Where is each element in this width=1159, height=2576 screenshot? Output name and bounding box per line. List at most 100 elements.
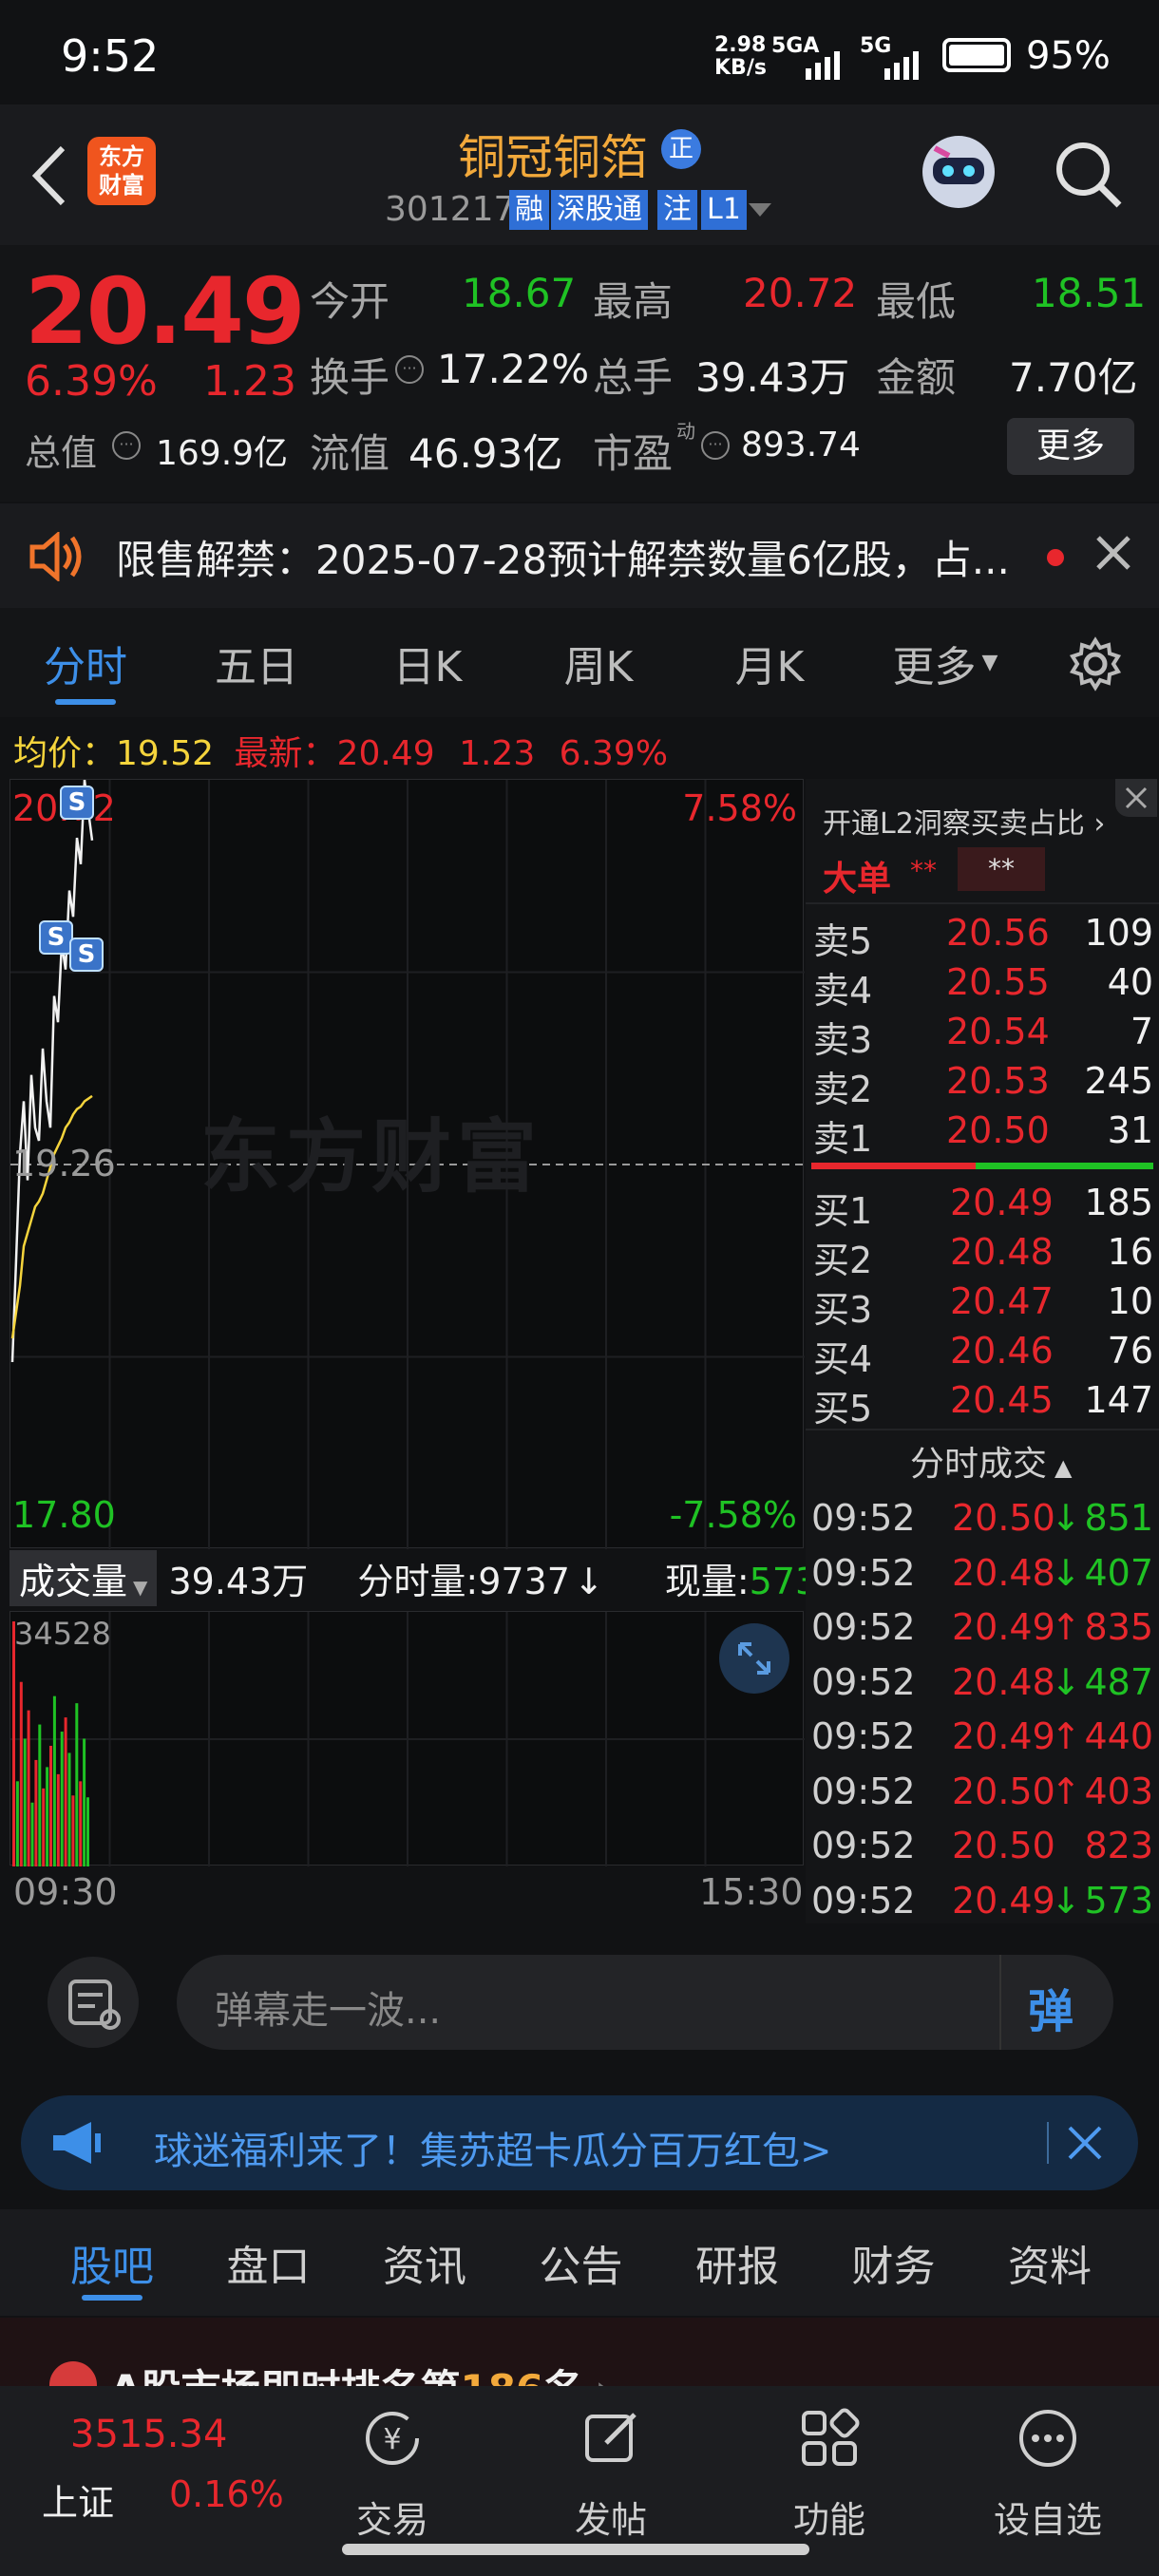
volume-bar: [71, 1795, 75, 1866]
bid-price: 20.45: [950, 1379, 1054, 1421]
ask-price: 20.54: [946, 1011, 1050, 1052]
robot-avatar-icon[interactable]: [916, 129, 1001, 215]
subtab-item[interactable]: 财务: [818, 2232, 970, 2293]
ask-volume: 40: [1107, 961, 1153, 1003]
low-label: 最低: [876, 278, 957, 325]
volume-bar: [30, 1802, 34, 1866]
ask-row[interactable]: 卖4 20.55 40: [806, 961, 1159, 1012]
tag-sgt: 深股通: [551, 190, 648, 230]
index-quote[interactable]: 3515.34 上证 0.16%: [0, 2386, 285, 2576]
speaker-icon: [27, 530, 86, 583]
vol-max: 34528: [14, 1616, 111, 1652]
tag-rong: 融: [509, 190, 549, 230]
ask-row[interactable]: 卖2 20.53 245: [806, 1060, 1159, 1110]
chart-low-price: 17.80: [12, 1494, 116, 1536]
gear-icon[interactable]: [1068, 636, 1123, 691]
tab-more[interactable]: 更多 ▼: [874, 608, 1016, 717]
bid-label: 买5: [813, 1388, 873, 1430]
info-icon[interactable]: ···: [112, 431, 141, 460]
bid-volume: 76: [1107, 1330, 1153, 1372]
bid-price: 20.47: [950, 1280, 1054, 1322]
subtab-item[interactable]: 资料: [974, 2232, 1126, 2293]
close-icon[interactable]: [1115, 779, 1157, 817]
tick-price: 20.49: [952, 1606, 1055, 1648]
subtab-item[interactable]: 公告: [505, 2232, 657, 2293]
price-line: [10, 780, 94, 1363]
verified-badge: 正: [661, 129, 701, 169]
l2-promo[interactable]: 开通L2洞察买卖占比 ›: [823, 800, 1105, 842]
promo-banner[interactable]: 球迷福利来了！集苏超卡瓜分百万红包>: [21, 2095, 1138, 2190]
ask-row[interactable]: 卖1 20.50 31: [806, 1109, 1159, 1160]
ask-volume: 109: [1084, 912, 1153, 954]
close-icon[interactable]: [1092, 532, 1134, 574]
tab-rik[interactable]: 日K: [342, 608, 513, 717]
amount-label: 金额: [876, 354, 957, 401]
volume-label: 总手: [593, 354, 674, 401]
price-chart[interactable]: 东方财富 20.72 7.58% 19.26 17.80 -7.58% S S …: [10, 779, 805, 1549]
sub-tabs: 股吧 盘口 资讯 公告 研报 财务 资料: [0, 2209, 1159, 2316]
expand-icon[interactable]: [719, 1623, 789, 1694]
subtab-item[interactable]: 股吧: [36, 2232, 188, 2293]
bid-row[interactable]: 买4 20.46 76: [806, 1330, 1159, 1380]
ask-label: 卖2: [813, 1069, 873, 1110]
subtab-item[interactable]: 研报: [661, 2232, 813, 2293]
chevron-down-icon[interactable]: [749, 203, 771, 217]
rank-text: A股市场即时排名第186名›: [110, 2358, 612, 2386]
ask-row[interactable]: 卖3 20.54 7: [806, 1011, 1159, 1061]
volume-bar: [75, 1703, 79, 1866]
ask-row[interactable]: 卖5 20.56 109: [806, 912, 1159, 962]
tick-volume: 407: [1084, 1551, 1153, 1594]
bid-label: 买2: [813, 1240, 873, 1281]
danmu-placeholder: 弹幕走一波...: [215, 1989, 442, 2033]
rank-strip[interactable]: A股市场即时排名第186名›: [0, 2318, 1159, 2386]
bid-row[interactable]: 买1 20.49 185: [806, 1182, 1159, 1232]
time-end: 15:30: [699, 1871, 804, 1913]
quote-panel: 20.49 6.39% 1.23 今开 18.67 最高 20.72 最低 18…: [0, 245, 1159, 502]
index-value: 3515.34: [70, 2413, 228, 2456]
unlock-banner[interactable]: 限售解禁：2025-07-28预计解禁数量6亿股，占...: [0, 503, 1159, 608]
danmu-settings-icon[interactable]: [48, 1957, 139, 2048]
subtab-item[interactable]: 资讯: [349, 2232, 501, 2293]
turnover-label: 换手: [310, 354, 390, 401]
bid-row[interactable]: 买2 20.48 16: [806, 1231, 1159, 1281]
amount-value: 7.70亿: [1009, 354, 1138, 401]
search-icon[interactable]: [1053, 139, 1125, 211]
tick-price: 20.50: [952, 1825, 1055, 1866]
volume-bar: [52, 1695, 56, 1866]
ticks-title[interactable]: 分时成交 ▲: [910, 1436, 1072, 1486]
info-icon[interactable]: ···: [701, 431, 730, 460]
volume-selector[interactable]: 成交量 ▼: [10, 1550, 158, 1606]
tick-row: 09:52 20.48 ↓ 487: [806, 1661, 1159, 1715]
close-icon[interactable]: [1064, 2122, 1106, 2164]
tab-zhouk[interactable]: 周K: [513, 608, 684, 717]
nav-post-label: 发帖: [574, 2499, 647, 2541]
more-button[interactable]: 更多: [1007, 418, 1134, 475]
tick-time: 09:52: [811, 1715, 916, 1757]
volume-bar: [56, 1773, 60, 1866]
tick-price: 20.50: [952, 1770, 1055, 1812]
tick-price: 20.48: [952, 1551, 1055, 1594]
volume-bar: [23, 1738, 27, 1866]
tick-volume: 835: [1084, 1606, 1153, 1648]
s-marker-icon[interactable]: S: [39, 920, 73, 955]
volume-chart[interactable]: 34528: [10, 1611, 805, 1866]
info-icon[interactable]: ···: [395, 355, 424, 384]
s-marker-icon[interactable]: S: [60, 786, 94, 820]
danmu-input[interactable]: 弹幕走一波... 弹: [177, 1955, 1113, 2050]
bid-row[interactable]: 买3 20.47 10: [806, 1280, 1159, 1331]
nav-add-watchlist[interactable]: 设自选: [939, 2386, 1157, 2576]
tab-yuek[interactable]: 月K: [684, 608, 855, 717]
subtab-item[interactable]: 盘口: [193, 2232, 345, 2293]
s-marker-icon[interactable]: S: [69, 938, 104, 972]
tick-row: 09:52 20.50 823: [806, 1825, 1159, 1879]
tab-wuri[interactable]: 五日: [171, 608, 342, 717]
tick-price: 20.49: [952, 1715, 1055, 1757]
home-indicator: [342, 2544, 809, 2555]
bid-label: 买1: [813, 1190, 873, 1232]
divider: [1047, 2122, 1049, 2164]
last-chg: 1.23: [459, 734, 536, 773]
back-icon[interactable]: [27, 142, 74, 209]
signal-5g-icon: 5G: [860, 34, 919, 80]
bid-row[interactable]: 买5 20.45 147: [806, 1379, 1159, 1430]
danmu-send-button[interactable]: 弹: [1028, 1974, 1074, 2040]
